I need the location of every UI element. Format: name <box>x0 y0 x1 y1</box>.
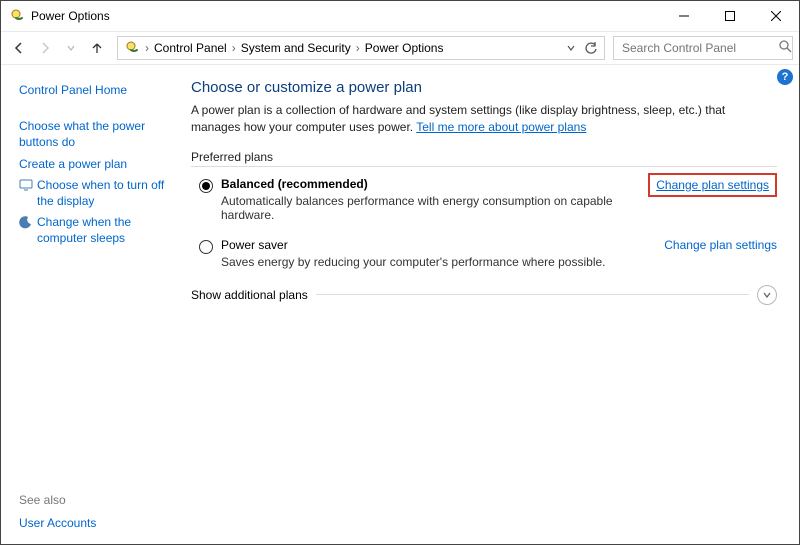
forward-button[interactable] <box>33 36 57 60</box>
navigation-bar: › Control Panel › System and Security › … <box>1 32 799 65</box>
sidebar-link[interactable]: Create a power plan <box>19 156 173 172</box>
change-plan-settings-link[interactable]: Change plan settings <box>648 173 777 197</box>
minimize-button[interactable] <box>661 1 707 31</box>
recent-locations-dropdown[interactable] <box>59 36 83 60</box>
tell-me-more-link[interactable]: Tell me more about power plans <box>416 120 586 134</box>
plan-radio[interactable] <box>199 240 213 254</box>
plan-radio[interactable] <box>199 179 213 193</box>
search-box[interactable] <box>613 36 793 60</box>
preferred-plans-label: Preferred plans <box>191 150 777 164</box>
breadcrumb-bar[interactable]: › Control Panel › System and Security › … <box>117 36 605 60</box>
breadcrumb-item[interactable]: Control Panel <box>150 41 231 55</box>
power-plan-row: Power saver Saves energy by reducing you… <box>199 238 777 269</box>
sidebar-link[interactable]: Choose what the power buttons do <box>19 118 169 150</box>
back-button[interactable] <box>7 36 31 60</box>
power-options-icon <box>9 8 25 24</box>
titlebar: Power Options <box>1 1 799 32</box>
change-plan-settings-link[interactable]: Change plan settings <box>664 238 777 252</box>
sleep-icon <box>19 215 33 229</box>
help-icon[interactable]: ? <box>777 69 793 85</box>
plan-name: Balanced (recommended) <box>221 177 628 191</box>
show-additional-plans-row[interactable]: Show additional plans <box>191 285 777 305</box>
control-panel-home-link[interactable]: Control Panel Home <box>19 82 173 98</box>
divider <box>191 166 777 167</box>
close-button[interactable] <box>753 1 799 31</box>
display-icon <box>19 178 33 192</box>
sidebar-link[interactable]: Choose when to turn off the display <box>37 177 173 209</box>
main-content: ? Choose or customize a power plan A pow… <box>181 65 799 544</box>
breadcrumb-item[interactable]: System and Security <box>237 41 355 55</box>
plan-description: Saves energy by reducing your computer's… <box>221 255 644 269</box>
plan-name: Power saver <box>221 238 644 252</box>
chevron-down-icon <box>762 290 772 300</box>
power-options-icon <box>124 40 140 56</box>
see-also-link[interactable]: User Accounts <box>19 515 173 531</box>
show-additional-plans-label: Show additional plans <box>191 288 308 302</box>
search-input[interactable] <box>620 40 779 56</box>
sidebar: Control Panel Home Choose what the power… <box>1 65 181 544</box>
see-also-label: See also <box>19 493 173 507</box>
search-icon[interactable] <box>779 40 792 56</box>
page-title: Choose or customize a power plan <box>191 79 777 96</box>
window-title: Power Options <box>31 9 110 23</box>
address-dropdown-button[interactable] <box>562 36 580 60</box>
plan-description: Automatically balances performance with … <box>221 194 628 222</box>
page-description: A power plan is a collection of hardware… <box>191 102 777 136</box>
divider <box>316 294 749 295</box>
sidebar-link[interactable]: Change when the computer sleeps <box>37 214 173 246</box>
power-plan-row: Balanced (recommended) Automatically bal… <box>199 177 777 222</box>
refresh-button[interactable] <box>580 36 602 60</box>
maximize-button[interactable] <box>707 1 753 31</box>
expand-button[interactable] <box>757 285 777 305</box>
breadcrumb-item[interactable]: Power Options <box>361 41 448 55</box>
up-button[interactable] <box>85 36 109 60</box>
